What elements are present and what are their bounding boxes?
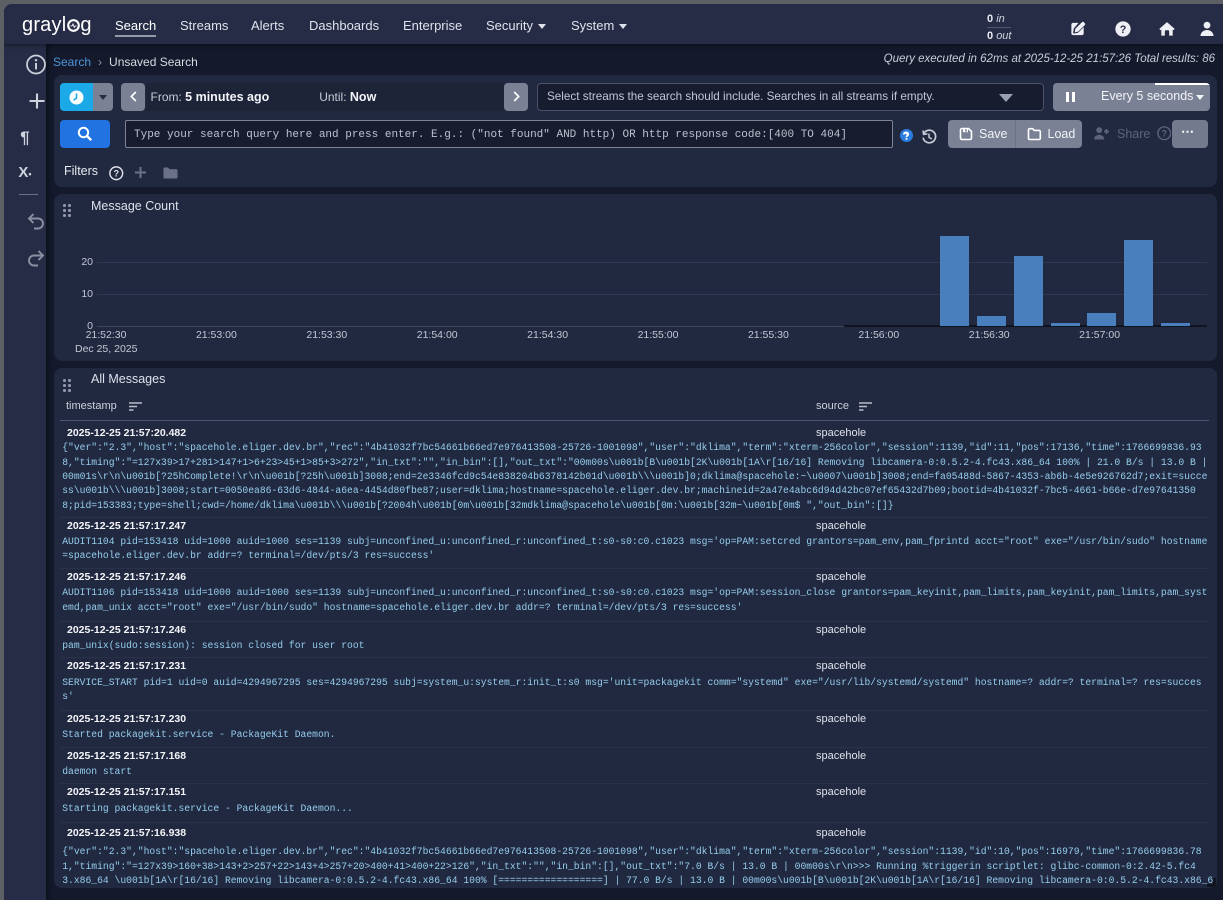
svg-text:?: ? xyxy=(1120,24,1127,36)
svg-text:?: ? xyxy=(1161,129,1167,139)
svg-text:?: ? xyxy=(113,169,119,179)
